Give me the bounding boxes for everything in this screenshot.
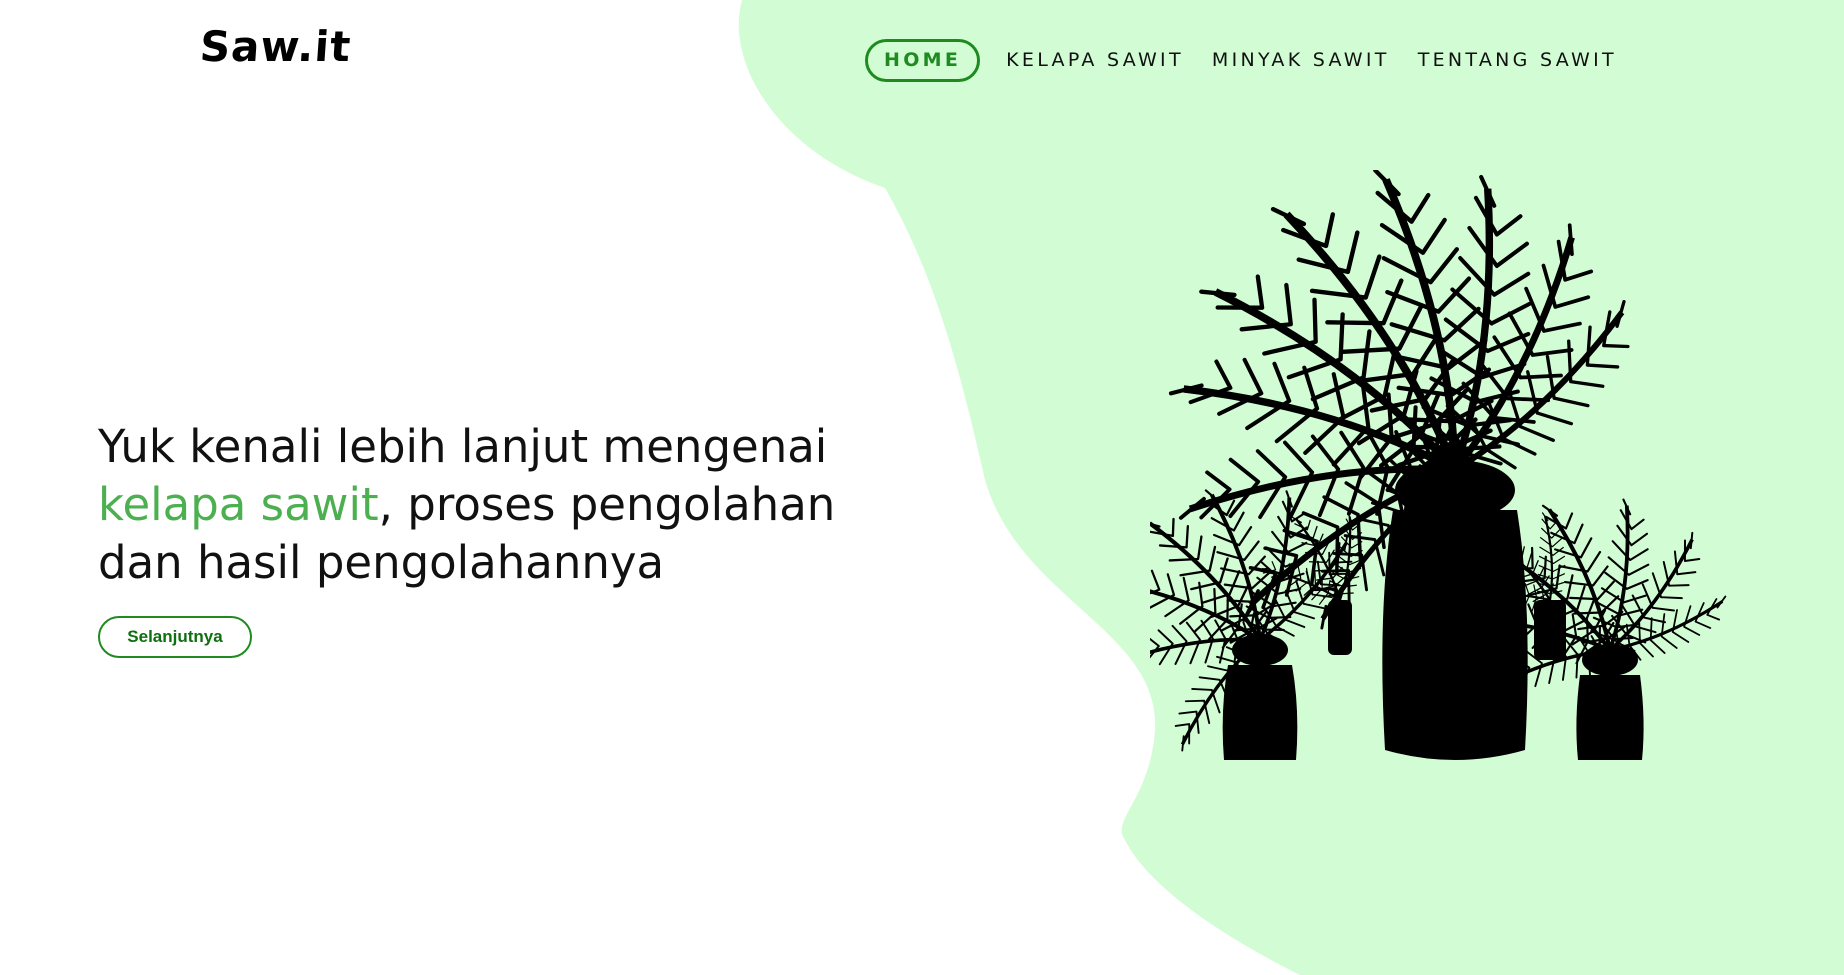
nav-home[interactable]: HOME [865, 39, 981, 82]
nav-tentang-sawit[interactable]: TENTANG SAWIT [1406, 41, 1629, 80]
hero-heading: Yuk kenali lebih lanjut mengenai kelapa … [98, 418, 858, 592]
palm-trees-silhouette-icon [1150, 170, 1727, 760]
main-nav: HOME KELAPA SAWIT MINYAK SAWIT TENTANG S… [865, 39, 1633, 82]
hero-line-3: dan hasil pengolahannya [98, 536, 665, 589]
hero-line-1: Yuk kenali lebih lanjut mengenai [98, 420, 828, 473]
page: Saw.it HOME KELAPA SAWIT MINYAK SAWIT TE… [0, 0, 1844, 975]
hero-line-2: , proses pengolahan [378, 478, 836, 531]
nav-minyak-sawit[interactable]: MINYAK SAWIT [1200, 41, 1402, 80]
logo[interactable]: Saw.it [198, 22, 353, 71]
hero-highlight: kelapa sawit [98, 478, 379, 531]
nav-kelapa-sawit[interactable]: KELAPA SAWIT [994, 41, 1196, 80]
next-button[interactable]: Selanjutnya [98, 616, 252, 658]
